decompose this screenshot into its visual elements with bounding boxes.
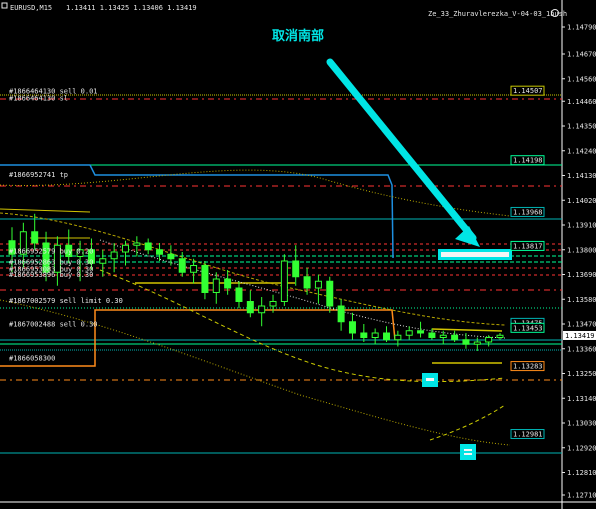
ea-name: Ze_33_Zhuravlerezka_V-04-03_1bush [428, 10, 567, 18]
candle-body [451, 334, 459, 341]
y-tick-label: 1.14020 [567, 197, 596, 205]
order-label: #1866464130 sl [9, 94, 68, 102]
marker-box-2-line-2 [464, 453, 472, 455]
candle-body [224, 278, 232, 289]
candle-body [462, 339, 470, 345]
marker-box-1-inner [426, 378, 434, 381]
candle-body [246, 301, 254, 314]
order-label: #1866952579 buy 0.20 [9, 247, 93, 255]
candle-body [439, 334, 447, 338]
y-tick-label: 1.13690 [567, 271, 596, 279]
candle-body [31, 231, 39, 244]
y-tick-label: 1.14560 [567, 75, 596, 83]
candle-body [280, 260, 288, 302]
candle-body [428, 332, 436, 338]
y-tick-label: 1.12810 [567, 469, 596, 477]
candle-body [417, 330, 425, 334]
chart-symbol: EURUSD,M15 [10, 4, 52, 12]
price-box-label: 1.13968 [513, 208, 543, 216]
order-label: #1867002579 sell limit 0.30 [9, 297, 123, 305]
candle-body [121, 244, 129, 253]
candle-body [360, 332, 368, 338]
y-tick-label: 1.14670 [567, 51, 596, 59]
candle-body [201, 265, 209, 293]
candle-body [178, 258, 186, 273]
candle-body [269, 301, 277, 307]
y-tick-label: 1.14240 [567, 147, 596, 155]
candle-body [337, 305, 345, 323]
candle-body [405, 330, 413, 336]
y-tick-label: 1.14130 [567, 172, 596, 180]
candle-body [394, 334, 402, 341]
y-tick-label: 1.13470 [567, 321, 596, 329]
candle-body [314, 280, 322, 289]
candle-body [235, 287, 243, 302]
price-box-label: 1.12981 [513, 431, 543, 439]
candle-body [292, 260, 300, 278]
price-chart[interactable]: #1866464130 sell 0.01#1866464130 sl#1866… [0, 0, 596, 509]
current-price-label: 1.13419 [565, 332, 595, 340]
order-label: #1866952741 tp [9, 171, 68, 179]
candle-body [473, 341, 481, 345]
price-box-label: 1.14198 [513, 157, 543, 165]
y-tick-label: 1.12920 [567, 444, 596, 452]
candle-body [326, 280, 334, 307]
y-tick-label: 1.14790 [567, 24, 596, 32]
annotation-text: 取消南部 [272, 28, 324, 44]
candle-body [190, 265, 198, 273]
candle-body [167, 253, 175, 260]
candle-body [485, 337, 493, 343]
candle-body [258, 305, 266, 314]
candle-body [348, 321, 356, 334]
candle-body [303, 276, 311, 289]
y-tick-label: 1.13140 [567, 395, 596, 403]
candle-body [156, 249, 164, 255]
order-label: #1867002488 sell 0.30 [9, 321, 98, 329]
candle-body [144, 242, 152, 251]
marker-box-2 [460, 444, 476, 460]
candle-body [496, 334, 504, 338]
price-box-label: 1.13283 [513, 363, 543, 371]
candle-body [371, 332, 379, 338]
highlight-bar-inner [441, 252, 509, 257]
y-tick-label: 1.13910 [567, 222, 596, 230]
candle-body [383, 332, 391, 341]
ohlc-values: 1.13411 1.13425 1.13406 1.13419 [66, 4, 197, 12]
y-tick-label: 1.14460 [567, 98, 596, 106]
y-tick-label: 1.12710 [567, 492, 596, 500]
y-tick-label: 1.13580 [567, 296, 596, 304]
price-box-label: 1.14507 [513, 87, 543, 95]
y-tick-label: 1.13360 [567, 345, 596, 353]
y-tick-label: 1.14350 [567, 123, 596, 131]
marker-box-2-line-1 [464, 449, 472, 451]
y-tick-label: 1.13250 [567, 370, 596, 378]
candle-body [110, 251, 118, 260]
price-box-label: 1.13453 [513, 324, 543, 332]
y-tick-label: 1.13800 [567, 246, 596, 254]
price-box-label: 1.13817 [513, 242, 543, 250]
order-label: #1866058300 [9, 354, 55, 362]
candle-body [212, 278, 220, 293]
candle-body [99, 258, 107, 264]
order-label: #1866953896 buy 0.30 [9, 271, 93, 279]
candle-body [133, 242, 141, 246]
y-tick-label: 1.13030 [567, 420, 596, 428]
